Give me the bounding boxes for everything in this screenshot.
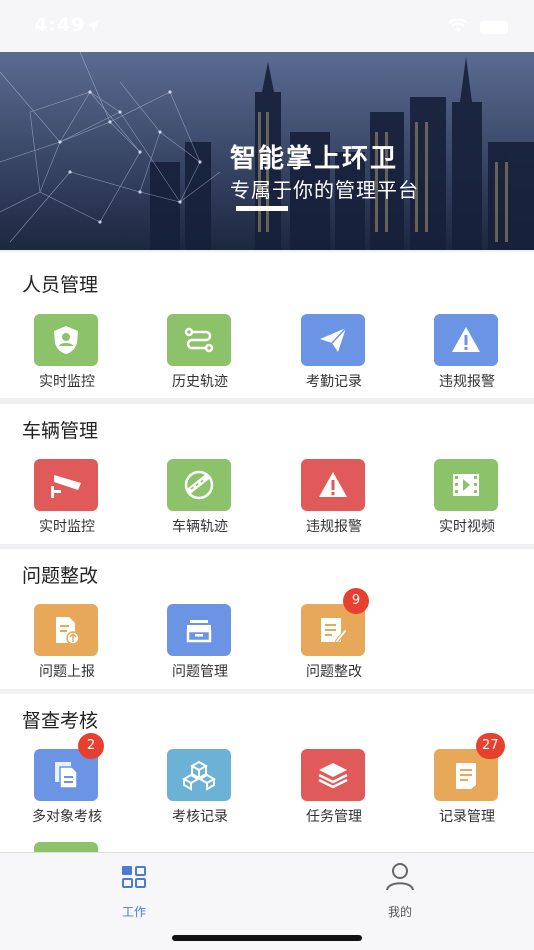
- upload-doc-icon: [34, 604, 98, 656]
- section-vehicles: 车辆管理 实时监控 车辆轨迹 违规报警 实时视频: [0, 404, 534, 544]
- tab-work[interactable]: 工作: [84, 861, 184, 921]
- box-icon: [167, 604, 231, 656]
- banner-title: 智能掌上环卫: [230, 144, 399, 174]
- grid-item-label: 问题管理: [172, 664, 228, 680]
- grid-item-vehicle-track[interactable]: 车辆轨迹: [133, 459, 267, 539]
- section-personnel: 人员管理 实时监控 历史轨迹 考勤记录 违规报警: [0, 252, 534, 398]
- grid-item-issue-report[interactable]: 问题上报: [0, 604, 134, 684]
- camera-icon: [34, 459, 98, 511]
- road-icon: [167, 459, 231, 511]
- tab-bar: 工作 我的: [0, 852, 534, 950]
- grid-item-multi-assessment[interactable]: 2 多对象考核: [0, 733, 134, 829]
- grid-item-label: 多对象考核: [32, 809, 102, 825]
- grid-item-issue-manage[interactable]: 问题管理: [133, 604, 267, 684]
- cubes-icon: [167, 749, 231, 801]
- banner-underline: [236, 206, 288, 211]
- warning-icon: [434, 314, 498, 366]
- home-indicator: [172, 935, 362, 941]
- grid-item-label: 车辆轨迹: [172, 519, 228, 535]
- notification-badge: 27: [476, 733, 505, 759]
- section-inspection: 督查考核 2 多对象考核 考核记录 任务管理 27 记录管理: [0, 694, 534, 852]
- partial-tile[interactable]: [34, 842, 98, 852]
- paper-plane-icon: [301, 314, 365, 366]
- wifi-icon: [448, 18, 468, 37]
- location-arrow-icon: [86, 18, 100, 37]
- section-title: 车辆管理: [22, 420, 99, 442]
- grid-item-label: 违规报警: [439, 374, 495, 390]
- section-title: 督查考核: [22, 710, 99, 732]
- grid-item-assessment-record[interactable]: 考核记录: [133, 749, 267, 829]
- banner[interactable]: 智能掌上环卫 专属于你的管理平台: [0, 52, 534, 250]
- tab-mine[interactable]: 我的: [350, 861, 450, 921]
- section-issues: 问题整改 问题上报 问题管理 9 问题整改: [0, 549, 534, 689]
- grid-item-label: 问题上报: [39, 664, 95, 680]
- battery-icon: [480, 21, 508, 34]
- grid-item-label: 实时监控: [39, 519, 95, 535]
- user-icon: [384, 861, 416, 895]
- grid-item-live-video[interactable]: 实时视频: [400, 459, 534, 539]
- status-bar: 4:49: [0, 0, 534, 52]
- grid-item-history-track[interactable]: 历史轨迹: [133, 314, 267, 394]
- tab-label: 工作: [121, 905, 146, 919]
- notification-badge: 2: [78, 733, 104, 759]
- shield-user-icon: [34, 314, 98, 366]
- grid-item-label: 考勤记录: [306, 374, 362, 390]
- route-icon: [167, 314, 231, 366]
- layers-icon: [301, 749, 365, 801]
- grid-item-label: 历史轨迹: [172, 374, 228, 390]
- grid-item-vehicle-monitor[interactable]: 实时监控: [0, 459, 134, 539]
- section-title: 问题整改: [22, 565, 99, 587]
- section-title: 人员管理: [22, 274, 99, 296]
- grid-item-label: 违规报警: [306, 519, 362, 535]
- grid-item-issue-rectify[interactable]: 9 问题整改: [267, 588, 401, 684]
- grid-apps-icon: [121, 865, 147, 893]
- grid-item-label: 考核记录: [172, 809, 228, 825]
- warning-icon: [301, 459, 365, 511]
- grid-item-label: 记录管理: [439, 809, 495, 825]
- grid-item-label: 任务管理: [306, 809, 362, 825]
- video-icon: [434, 459, 498, 511]
- grid-item-realtime-monitor[interactable]: 实时监控: [0, 314, 134, 394]
- grid-item-vehicle-violation[interactable]: 违规报警: [267, 459, 401, 539]
- grid-item-label: 实时视频: [439, 519, 495, 535]
- grid-item-record-manage[interactable]: 27 记录管理: [400, 733, 534, 829]
- grid-item-label: 问题整改: [306, 664, 362, 680]
- banner-subtitle: 专属于你的管理平台: [230, 178, 419, 202]
- grid-item-label: 实时监控: [39, 374, 95, 390]
- tab-label: 我的: [387, 905, 412, 919]
- grid-item-attendance[interactable]: 考勤记录: [267, 314, 401, 394]
- notification-badge: 9: [343, 588, 369, 614]
- grid-item-task-manage[interactable]: 任务管理: [267, 749, 401, 829]
- status-time: 4:49: [34, 14, 86, 36]
- grid-item-violation-alarm[interactable]: 违规报警: [400, 314, 534, 394]
